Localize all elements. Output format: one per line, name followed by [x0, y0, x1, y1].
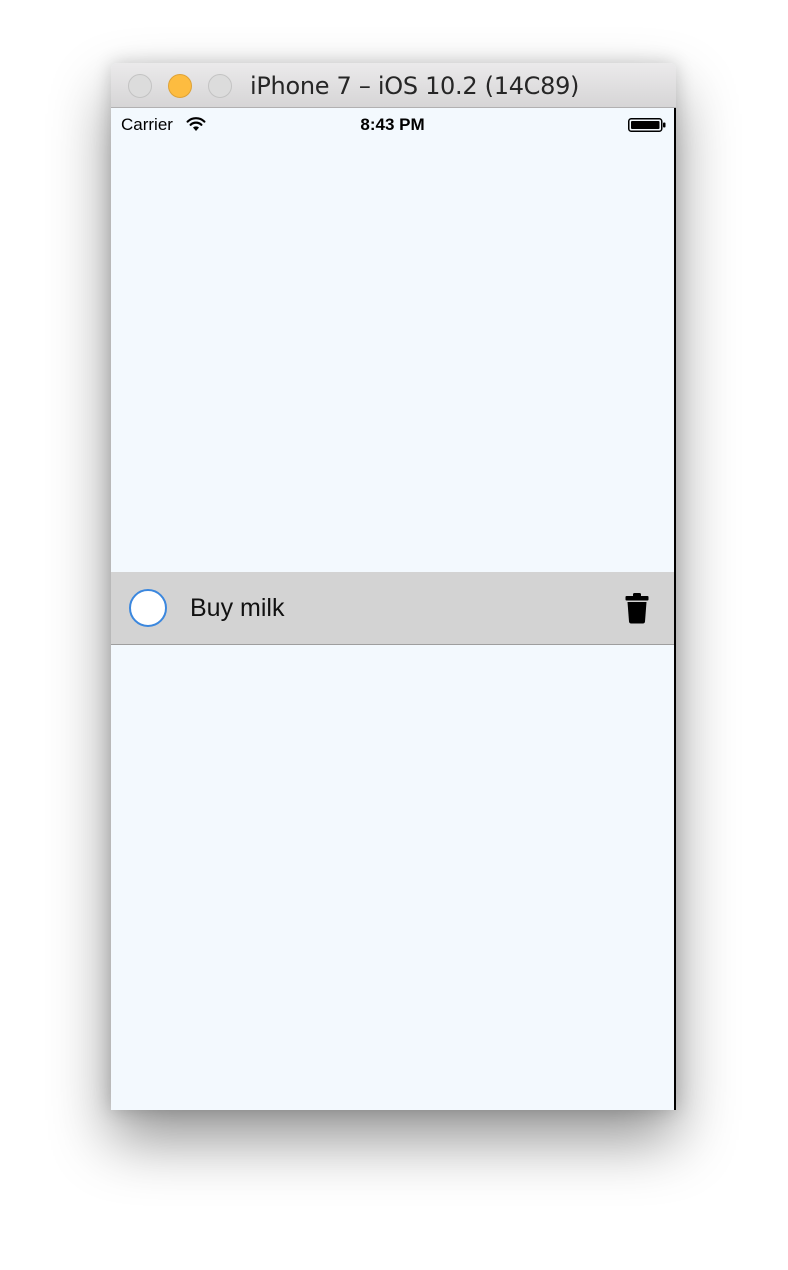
window-titlebar[interactable]: iPhone 7 – iOS 10.2 (14C89)	[111, 63, 676, 108]
zoom-window-button[interactable]	[208, 74, 232, 98]
device-screen: Carrier 8:43 PM Buy milk	[111, 108, 676, 1110]
close-window-button[interactable]	[128, 74, 152, 98]
todo-item-text[interactable]: Buy milk	[190, 594, 284, 623]
todo-list-item[interactable]: Buy milk	[111, 572, 674, 645]
minimize-window-button[interactable]	[168, 74, 192, 98]
window-title: iPhone 7 – iOS 10.2 (14C89)	[250, 72, 580, 100]
status-time: 8:43 PM	[360, 115, 425, 134]
battery-icon	[628, 118, 666, 132]
trash-icon[interactable]	[625, 592, 649, 624]
status-bar: Carrier 8:43 PM	[111, 108, 674, 142]
simulator-window: iPhone 7 – iOS 10.2 (14C89) Carrier 8:43…	[111, 63, 676, 1110]
check-circle-icon[interactable]	[129, 589, 167, 627]
